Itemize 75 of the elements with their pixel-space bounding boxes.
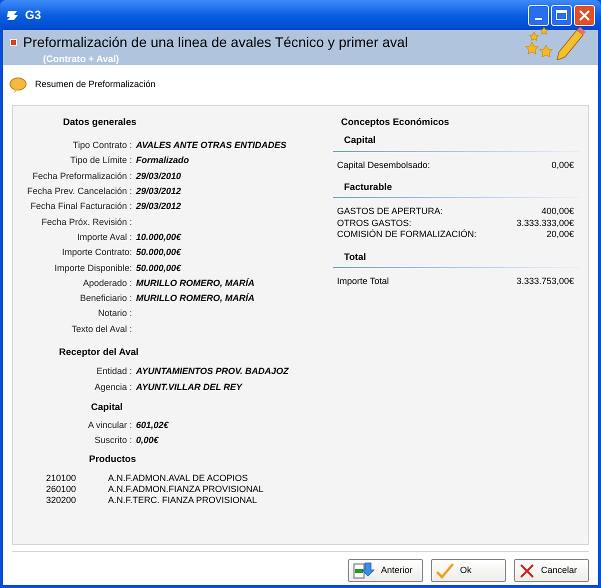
bullet-icon: [10, 39, 17, 46]
section-heading: Productos: [89, 452, 137, 467]
field-value: 10.000,00€: [136, 230, 182, 244]
field-value: MURILLO ROMERO, MARÍA: [136, 276, 254, 290]
product-name: A.N.F.ADMON.AVAL DE ACOPIOS: [108, 472, 248, 485]
window-title: G3: [25, 7, 42, 24]
field-label: Fecha Final Facturación :: [29, 200, 132, 214]
minimize-button[interactable]: [528, 4, 549, 26]
field-label: Fecha Preformalización :: [31, 170, 132, 183]
concept-value: 3.333.333,00€: [516, 216, 574, 230]
maximize-icon: [556, 10, 567, 20]
field-value: MURILLO ROMERO, MARÍA: [136, 292, 254, 306]
concept-value: 0,00€: [551, 158, 574, 172]
product-name: A.N.F.TERC. FIANZA PROVISIONAL: [108, 494, 258, 507]
field-label: Agencia :: [93, 380, 132, 394]
field-label: Tipo de Límite :: [69, 154, 132, 168]
concept-value: 20,00€: [546, 228, 574, 242]
field-label: Beneficiario :: [78, 292, 132, 306]
field-value: 29/03/2012: [136, 185, 182, 198]
field-label: Importe Disponible:: [53, 262, 132, 275]
group-heading: Facturable: [344, 181, 394, 195]
product-code: 260100: [46, 482, 78, 496]
speech-bubble-icon: [9, 77, 27, 93]
section-heading: Conceptos Económicos: [341, 116, 450, 130]
back-button[interactable]: Anterior: [348, 559, 423, 582]
maximize-button[interactable]: [551, 4, 572, 26]
product-name: A.N.F.ADMON.FIANZA PROVISIONAL: [108, 482, 264, 496]
field-label: Importe Contrato:: [60, 246, 132, 260]
field-label: A vincular :: [86, 419, 132, 432]
field-value: 0,00€: [136, 434, 159, 447]
field-label: Apoderado :: [82, 276, 132, 290]
field-value: AVALES ANTE OTRAS ENTIDADES: [136, 139, 286, 152]
field-label: Tipo Contrato :: [72, 139, 132, 152]
group-heading: Total: [344, 250, 367, 265]
field-label: Entidad :: [95, 364, 132, 378]
section-heading: Datos generales: [63, 116, 138, 130]
checkmark-icon: [436, 562, 454, 578]
minimize-icon: [535, 18, 542, 20]
concept-value: 400,00€: [541, 205, 574, 218]
product-code: 320200: [46, 494, 78, 507]
field-label: Notario :: [96, 307, 132, 320]
field-value: Formalizado: [136, 154, 190, 168]
page-subtitle: (Contrato + Aval): [43, 53, 120, 67]
field-label: Fecha Próx. Revisión :: [40, 216, 132, 229]
section-label: Resumen de Preformalización: [35, 78, 156, 92]
concept-label: COMISIÓN DE FORMALIZACIÓN:: [337, 228, 477, 242]
concept-label: Capital Desembolsado:: [337, 158, 430, 172]
product-code: 210100: [46, 472, 78, 485]
field-label: Fecha Prev. Cancelación :: [26, 185, 132, 198]
field-value: AYUNTAMIENTOS PROV. BADAJOZ: [136, 364, 289, 378]
close-icon: [519, 562, 535, 578]
concept-label: GASTOS DE APERTURA:: [337, 205, 443, 218]
concept-label: Importe Total: [337, 275, 389, 288]
field-value: 29/03/2010: [136, 170, 182, 183]
page-title: Preformalización de una linea de avales Técnico y primer aval: [23, 33, 408, 52]
ok-button[interactable]: Ok: [431, 559, 506, 582]
section-heading: Capital: [91, 401, 124, 416]
field-value: 50.000,00€: [136, 262, 182, 275]
app-icon: [6, 9, 20, 21]
field-label: Importe Aval :: [76, 230, 132, 244]
field-label: Texto del Aval :: [70, 322, 132, 336]
stars-pencil-icon: [524, 24, 586, 60]
close-button[interactable]: [574, 4, 595, 26]
field-value: 29/03/2012: [136, 200, 182, 214]
concept-label: OTROS GASTOS:: [337, 216, 412, 229]
section-heading: Receptor del Aval: [59, 346, 140, 360]
arrow-icon: [353, 562, 375, 580]
concept-value: 3.333.753,00€: [516, 275, 574, 288]
field-value: 50.000,00€: [136, 246, 182, 260]
field-label: Suscrito :: [93, 434, 132, 447]
close-icon: [579, 10, 590, 20]
field-value: 601,02€: [136, 419, 169, 432]
field-value: AYUNT.VILLAR DEL REY: [136, 380, 242, 394]
group-heading: Capital: [344, 134, 377, 148]
cancel-button[interactable]: Cancelar: [514, 559, 589, 582]
